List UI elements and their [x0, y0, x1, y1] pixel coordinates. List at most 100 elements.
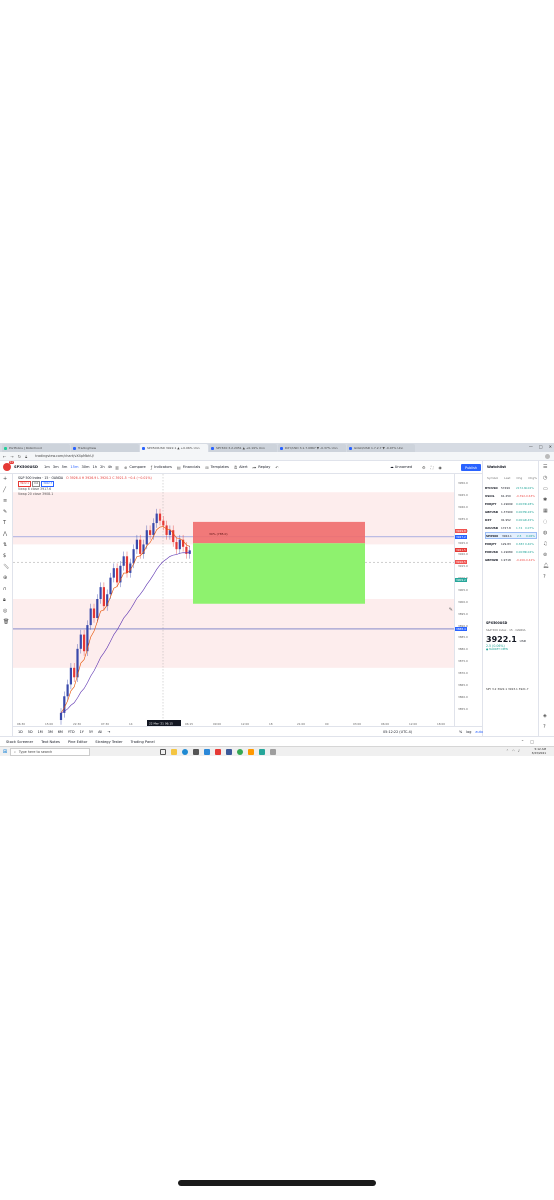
undo-button[interactable]: ↶: [275, 465, 278, 470]
log-scale-toggle[interactable]: log: [466, 730, 471, 734]
alert-button[interactable]: ⏰︎ Alert: [234, 465, 248, 470]
timeframe-5m[interactable]: 5m: [62, 465, 68, 469]
browser-tab[interactable]: DXY/USD 3.1.7.0867 ▼ -0.37% Unn: [278, 444, 346, 452]
buy-price-box[interactable]: 3922.7: [41, 480, 55, 488]
broadcast-icon[interactable]: ⊚: [543, 552, 547, 558]
chrome-icon[interactable]: [237, 748, 243, 755]
long-position-icon[interactable]: ⇅: [3, 542, 7, 548]
financials-button[interactable]: ▤ Financials: [177, 465, 200, 470]
watchlist-row[interactable]: GBPUSD 1.37900 0.0035 0.26%: [485, 508, 537, 515]
help-circle-icon[interactable]: ?: [543, 724, 546, 730]
clock-icon[interactable]: ◷: [543, 475, 547, 481]
eye-icon[interactable]: ◎: [3, 608, 7, 614]
watchlist-row[interactable]: BTCUSD 57499 2172.6 4.02%: [485, 484, 537, 491]
percent-scale-toggle[interactable]: %: [459, 730, 462, 734]
app-red-icon[interactable]: [215, 748, 221, 755]
layout-name-button[interactable]: ☁︎ Unnamed: [390, 465, 412, 469]
calendar-icon[interactable]: ▦: [543, 508, 548, 514]
watchlist-row[interactable]: EURJPY 1.19699 0.0033 0.28%: [485, 500, 537, 507]
timeframe-1m[interactable]: 1m: [44, 465, 50, 469]
watchlist-row[interactable]: EURUSD 1.19080 0.0038 0.04%: [485, 548, 537, 555]
browser-tab[interactable]: GOLD/USD 1.7.2.7 ▼ -0.07% Unn: [347, 444, 415, 452]
watchlist-row[interactable]: GBPNZD 1.9718 -0.206 -0.42%: [485, 556, 537, 563]
ideas-icon[interactable]: ✱: [543, 497, 547, 503]
reload-icon[interactable]: ↻: [18, 454, 21, 459]
timeframe-30m[interactable]: 30m: [81, 465, 89, 469]
store-icon[interactable]: [193, 748, 199, 755]
replay-button[interactable]: ⏮︎ Replay: [253, 465, 271, 470]
url-input[interactable]: tradingview.com/chart/vX4pMbhU/: [35, 454, 94, 458]
tab-text-notes[interactable]: Text Notes: [41, 740, 60, 744]
trash-icon[interactable]: 🗑︎: [3, 619, 9, 625]
profile-avatar[interactable]: [545, 454, 550, 459]
candles-icon[interactable]: ▥: [115, 465, 119, 470]
watchlist-row[interactable]: USOIL 61.250 -0.392 -0.63%: [485, 492, 537, 499]
browser-tab[interactable]: Portfolios | Robinhood: [2, 444, 70, 452]
fullscreen-icon[interactable]: ⛶: [431, 465, 434, 470]
tradingview-logo-icon[interactable]: 11: [3, 461, 14, 471]
windows-start-icon[interactable]: ⊞: [0, 747, 10, 757]
system-clock[interactable]: 5:12 AM 3/23/2021: [532, 747, 546, 755]
sell-price-box[interactable]: 3922.1: [18, 480, 32, 488]
range-3m[interactable]: 3M: [48, 730, 53, 734]
pattern-icon[interactable]: ⋀: [3, 531, 7, 537]
tab-trading-panel[interactable]: Trading Panel: [131, 740, 155, 744]
text-tool-icon[interactable]: T: [3, 520, 6, 526]
browser-tab-active[interactable]: SPX500USD 3922.1 ▲ +0.06% Unn: [140, 444, 208, 452]
watchlist-row[interactable]: DXY 91.952 0.0012 0.45%: [485, 516, 537, 523]
timeframe-3m[interactable]: 3m: [53, 465, 59, 469]
app-gray-icon[interactable]: [270, 748, 276, 755]
templates-button[interactable]: ⊞ Templates: [205, 465, 229, 470]
range-5d[interactable]: 5D: [28, 730, 33, 734]
range-1d[interactable]: 1D: [18, 730, 23, 734]
browser-tab[interactable]: TradingView: [71, 444, 139, 452]
horizontal-lines-icon[interactable]: ≡: [3, 498, 7, 504]
watchlist-title[interactable]: Watchlist: [487, 465, 506, 469]
layers-icon[interactable]: ◈: [543, 713, 547, 719]
watchlist-row[interactable]: SPX500 3922.1 2.5 0.06%: [485, 532, 537, 539]
taskbar-search[interactable]: ⌕ Type here to search: [10, 747, 90, 756]
file-explorer-icon[interactable]: [171, 748, 177, 755]
help-icon[interactable]: ?: [543, 574, 546, 580]
range-ytd[interactable]: YTD: [68, 730, 75, 734]
task-view-icon[interactable]: [160, 748, 166, 755]
volume-icon[interactable]: ♪: [518, 749, 520, 753]
magnet-icon[interactable]: ∩: [3, 586, 7, 592]
indicators-button[interactable]: ƒ Indicators: [151, 465, 172, 470]
range-1m[interactable]: 1M: [38, 730, 43, 734]
streams-icon[interactable]: ◍: [543, 530, 547, 536]
price-axis[interactable]: 3950.03945.03940.03935.03930.03925.03920…: [454, 474, 482, 736]
app-orange-icon[interactable]: [248, 748, 254, 755]
compare-button[interactable]: ⊕ Compare: [124, 465, 146, 470]
forward-icon[interactable]: →: [10, 454, 13, 459]
bell-icon[interactable]: 🔔︎: [543, 563, 549, 569]
chevron-up-icon[interactable]: ⌃: [506, 749, 509, 753]
timeframe-1h[interactable]: 1h: [93, 465, 98, 469]
crosshair-icon[interactable]: +: [3, 476, 7, 482]
tab-stock-screener[interactable]: Stock Screener: [6, 740, 33, 744]
lock-drawings-icon[interactable]: 🔒︎: [3, 597, 6, 603]
chart-clock[interactable]: 05:12:22 (UTC-4): [383, 730, 412, 734]
mail-icon[interactable]: [204, 748, 210, 755]
dollar-icon[interactable]: $: [3, 553, 6, 559]
price-chart[interactable]: 30% (785.0)✎06:3015:0022:3007:301422 Mar…: [13, 474, 454, 736]
timeframe-4h[interactable]: 4h: [108, 465, 113, 469]
tab-pine-editor[interactable]: Pine Editor: [68, 740, 87, 744]
watchlist-row[interactable]: EURJPY 129.83 0.383 0.40%: [485, 540, 537, 547]
watchlist-row[interactable]: XAUUSD 1727.8 1.74 0.07%: [485, 524, 537, 531]
wifi-icon[interactable]: ◠: [512, 749, 515, 753]
maximize-icon[interactable]: □: [539, 444, 543, 449]
timeframe-2h[interactable]: 2h: [100, 465, 105, 469]
settings-icon[interactable]: ⚙︎: [422, 465, 426, 470]
chat-icon[interactable]: ▭: [543, 486, 548, 492]
chart-canvas[interactable]: 30% (785.0)✎06:3015:0022:3007:301422 Mar…: [13, 474, 454, 726]
publish-button[interactable]: Publish: [461, 464, 481, 471]
edge-icon[interactable]: [182, 748, 188, 755]
indicator-legend-2[interactable]: Vwap 20 close 3908.1: [18, 492, 152, 497]
brush-icon[interactable]: ✎: [3, 509, 7, 515]
auto-scale-toggle[interactable]: auto: [475, 730, 483, 734]
minimize-icon[interactable]: —: [529, 444, 533, 449]
back-icon[interactable]: ←: [3, 454, 6, 459]
camera-icon[interactable]: ◉: [438, 465, 442, 470]
timeframe-15m[interactable]: 15m: [70, 465, 78, 469]
